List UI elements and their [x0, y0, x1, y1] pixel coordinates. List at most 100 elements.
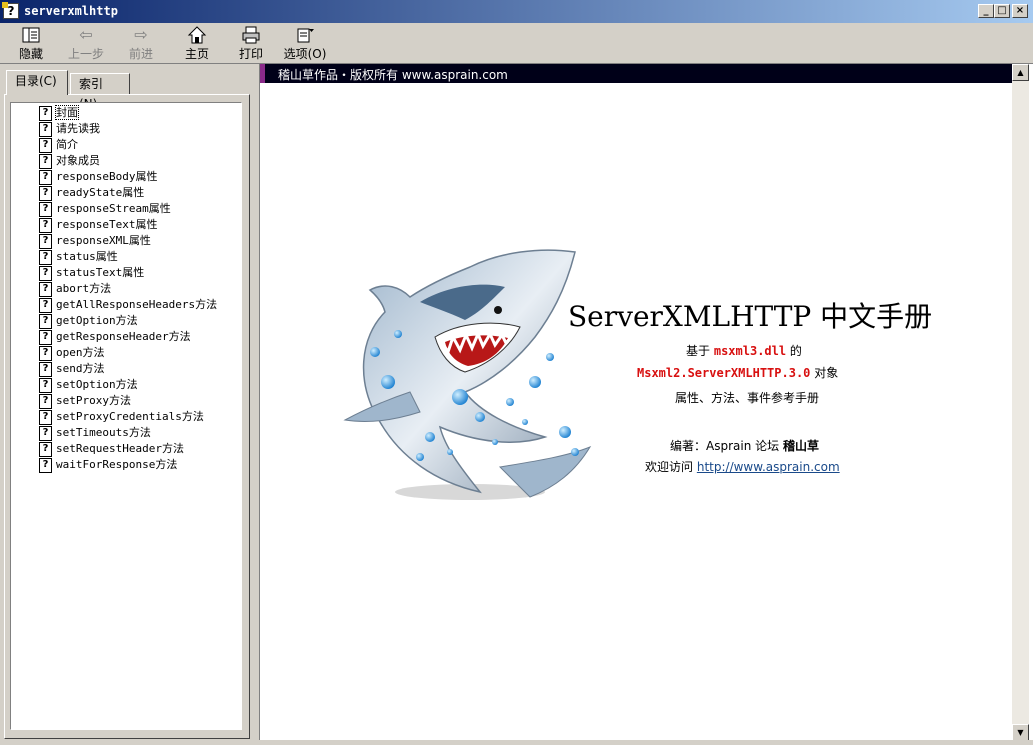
- line1-prefix: 基于: [686, 344, 711, 358]
- tree-item-label: getAllResponseHeaders方法: [56, 298, 218, 311]
- help-topic-icon: ?: [39, 169, 52, 185]
- tree-item[interactable]: ? setProxy方法: [39, 393, 131, 409]
- tree-item-label: 对象成员: [56, 154, 100, 167]
- tree-item[interactable]: ? status属性: [39, 249, 118, 265]
- header-banner: 稽山草作品・版权所有 www.asprain.com: [260, 64, 1012, 83]
- tree-item[interactable]: ? 封面: [39, 105, 79, 121]
- tree-item-label: responseBody属性: [56, 170, 158, 183]
- tree-item-label: abort方法: [56, 282, 112, 295]
- tree-item[interactable]: ? readyState属性: [39, 185, 144, 201]
- scroll-down-button[interactable]: ▼: [1012, 724, 1029, 741]
- tree-item-label: getResponseHeader方法: [56, 330, 191, 343]
- scroll-down-icon: ▼: [1017, 728, 1024, 737]
- msxml-dll-code: msxml3.dll: [713, 344, 787, 358]
- content-pane: 稽山草作品・版权所有 www.asprain.com ServerXMLHTTP…: [259, 64, 1033, 745]
- tree-item[interactable]: ? abort方法: [39, 281, 111, 297]
- tree-item[interactable]: ? getAllResponseHeaders方法: [39, 297, 217, 313]
- tree-item[interactable]: ? setProxyCredentials方法: [39, 409, 204, 425]
- title-bar: ? serverxmlhttp _ □ ×: [0, 0, 1033, 23]
- tree-item-label: 请先读我: [56, 122, 100, 135]
- tree-item[interactable]: ? setRequestHeader方法: [39, 441, 184, 457]
- contents-tree[interactable]: ? 封面? 请先读我? 简介? 对象成员? responseBody属性? readySta…: [10, 102, 242, 730]
- help-topic-icon: ?: [39, 201, 52, 217]
- help-topic-icon: ?: [39, 297, 52, 313]
- navigation-pane: 目录(C) 索引(N) ?封面?请先读我?简介?对象成员?responseBod…: [0, 64, 255, 745]
- hide-label: 隐藏: [18, 47, 43, 61]
- help-topic-icon: ?: [39, 361, 52, 377]
- tree-item[interactable]: ? setTimeouts方法: [39, 425, 151, 441]
- tree-item[interactable]: ? responseStream属性: [39, 201, 171, 217]
- close-icon: ×: [1015, 5, 1025, 16]
- help-topic-icon: ?: [39, 105, 52, 121]
- tree-item-label: status属性: [56, 250, 118, 263]
- tree-item-label: setRequestHeader方法: [56, 442, 184, 455]
- maximize-icon: □: [997, 5, 1007, 16]
- tree-item-label: getOption方法: [56, 314, 138, 327]
- back-label: 上一步: [67, 47, 104, 61]
- home-button[interactable]: 主页: [180, 25, 214, 61]
- hide-button[interactable]: 隐藏: [14, 25, 48, 61]
- tree-item[interactable]: ? statusText属性: [39, 265, 144, 281]
- tree-item[interactable]: ? 简介: [39, 137, 78, 153]
- tree-item[interactable]: ? responseXML属性: [39, 233, 151, 249]
- line2-suffix: 对象: [814, 366, 839, 380]
- tree-item[interactable]: ? 对象成员: [39, 153, 100, 169]
- tab-contents[interactable]: 目录(C): [6, 70, 68, 95]
- author-prefix: 编著：Asprain 论坛: [670, 439, 780, 453]
- help-topic-icon: ?: [39, 121, 52, 137]
- line-based-on: 基于 msxml3.dll 的: [686, 342, 802, 359]
- tree-item-label: setProxy方法: [56, 394, 131, 407]
- window-title: serverxmlhttp: [24, 4, 118, 18]
- scroll-up-icon: ▲: [1017, 68, 1024, 77]
- tree-item[interactable]: ? open方法: [39, 345, 105, 361]
- visit-prefix: 欢迎访问: [645, 460, 694, 474]
- close-button[interactable]: ×: [1012, 4, 1028, 18]
- print-label: 打印: [238, 47, 263, 61]
- tree-item-label: responseXML属性: [56, 234, 151, 247]
- tree-item-label: responseText属性: [56, 218, 158, 231]
- home-label: 主页: [184, 47, 209, 61]
- tree-item-label: open方法: [56, 346, 105, 359]
- help-topic-icon: ?: [39, 185, 52, 201]
- author-name: 稽山草: [782, 439, 819, 453]
- tree-item-label: setOption方法: [56, 378, 138, 391]
- tree-item[interactable]: ? getOption方法: [39, 313, 138, 329]
- help-topic-icon: ?: [39, 217, 52, 233]
- window-bottom-edge: [0, 740, 1033, 745]
- scroll-up-button[interactable]: ▲: [1012, 64, 1029, 81]
- help-topic-icon: ?: [39, 329, 52, 345]
- maximize-button[interactable]: □: [994, 4, 1010, 18]
- hide-icon: [14, 25, 48, 45]
- tree-item[interactable]: ? getResponseHeader方法: [39, 329, 191, 345]
- help-topic-icon: ?: [39, 265, 52, 281]
- help-topic-icon: ?: [39, 457, 52, 473]
- minimize-button[interactable]: _: [978, 4, 994, 18]
- tree-item[interactable]: ? waitForResponse方法: [39, 457, 177, 473]
- tab-index[interactable]: 索引(N): [70, 73, 130, 111]
- options-icon: [282, 25, 328, 45]
- options-button[interactable]: 选项(O): [282, 25, 328, 61]
- line1-suffix: 的: [789, 344, 802, 358]
- tree-item[interactable]: ? responseText属性: [39, 217, 157, 233]
- vertical-scrollbar[interactable]: ▲ ▼: [1012, 64, 1029, 741]
- minimize-icon: _: [983, 5, 989, 16]
- website-link[interactable]: http://www.asprain.com: [697, 460, 840, 474]
- tree-item[interactable]: ? setOption方法: [39, 377, 138, 393]
- help-app-icon[interactable]: ?: [2, 2, 19, 19]
- banner-text: 稽山草作品・版权所有 www.asprain.com: [278, 68, 508, 82]
- forward-button[interactable]: ⇨ 前进: [124, 25, 158, 61]
- line-author: 编著：Asprain 论坛 稽山草: [670, 437, 819, 454]
- back-button[interactable]: ⇦ 上一步: [64, 25, 108, 61]
- printer-icon: [234, 25, 268, 45]
- tree-item-label: statusText属性: [56, 266, 145, 279]
- banner-accent: [260, 64, 265, 83]
- line-object: Msxml2.ServerXMLHTTP.3.0 对象: [637, 364, 838, 381]
- help-topic-icon: ?: [39, 313, 52, 329]
- tree-item-label: 封面: [55, 105, 79, 120]
- line-reference: 属性、方法、事件参考手册: [675, 391, 820, 405]
- tree-item[interactable]: ? responseBody属性: [39, 169, 157, 185]
- print-button[interactable]: 打印: [234, 25, 268, 61]
- line-visit: 欢迎访问 http://www.asprain.com: [645, 458, 840, 475]
- tree-item[interactable]: ? send方法: [39, 361, 105, 377]
- tree-item[interactable]: ? 请先读我: [39, 121, 100, 137]
